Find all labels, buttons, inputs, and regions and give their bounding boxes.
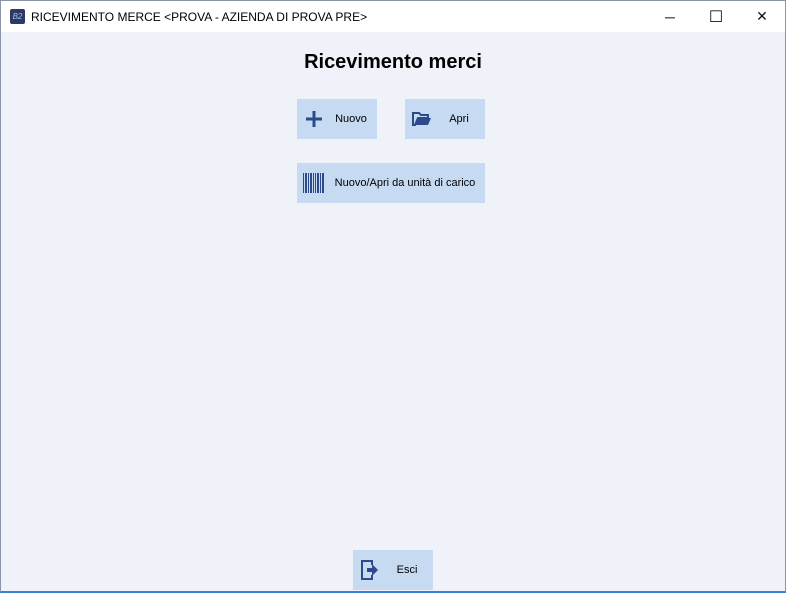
load-unit-button-label: Nuovo/Apri da unità di carico	[334, 177, 476, 189]
plus-icon	[297, 111, 331, 127]
close-button[interactable]: ✕	[739, 1, 785, 32]
maximize-button[interactable]: ☐	[693, 1, 739, 32]
page-title: Ricevimento merci	[304, 51, 482, 73]
app-window: B2 RICEVIMENTO MERCE <PROVA - AZIENDA DI…	[0, 0, 786, 593]
minimize-button[interactable]: ─	[647, 1, 693, 32]
exit-button[interactable]: Esci	[353, 550, 433, 590]
new-button-label: Nuovo	[335, 113, 367, 125]
load-unit-button[interactable]: Nuovo/Apri da unità di carico	[297, 163, 485, 203]
folder-open-icon	[405, 112, 439, 126]
title-bar: B2 RICEVIMENTO MERCE <PROVA - AZIENDA DI…	[1, 1, 785, 32]
window-title: RICEVIMENTO MERCE <PROVA - AZIENDA DI PR…	[31, 9, 368, 24]
app-logo-icon: B2	[10, 9, 25, 24]
exit-door-icon	[353, 560, 387, 580]
open-button[interactable]: Apri	[405, 99, 485, 139]
barcode-icon	[297, 173, 331, 193]
new-button[interactable]: Nuovo	[297, 99, 377, 139]
exit-button-label: Esci	[396, 564, 418, 576]
open-button-label: Apri	[449, 113, 469, 125]
